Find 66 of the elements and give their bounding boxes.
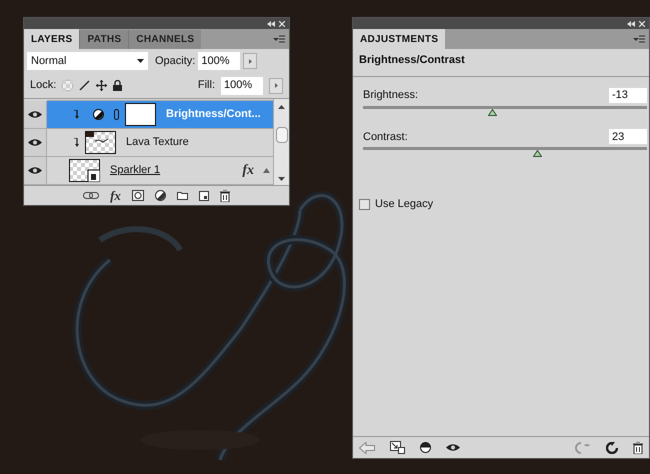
adjustment-icon: [93, 109, 104, 120]
effects-badge[interactable]: fx: [242, 160, 254, 181]
fill-label: Fill:: [198, 78, 215, 94]
layer-name: Brightness/Cont...: [166, 107, 261, 122]
trash-icon[interactable]: [220, 190, 230, 202]
checkbox-label: Use Legacy: [375, 197, 434, 212]
value-field[interactable]: -13: [609, 88, 647, 103]
layer-row[interactable]: Sparkler 1 fx: [47, 157, 273, 184]
collapse-icon[interactable]: [627, 20, 635, 26]
scroll-down-icon[interactable]: [278, 177, 285, 181]
new-layer-icon[interactable]: [198, 190, 209, 200]
move-icon[interactable]: [96, 80, 108, 91]
lock-label: Lock:: [30, 78, 56, 94]
use-legacy-checkbox[interactable]: [359, 198, 370, 210]
layer-thumbnail: [85, 131, 116, 154]
link-layers-icon[interactable]: [83, 192, 100, 199]
eye-icon[interactable]: [28, 110, 42, 119]
slider[interactable]: [363, 147, 647, 157]
adjustment-icon[interactable]: [154, 190, 166, 201]
layer-name: Lava Texture: [126, 135, 189, 150]
expand-view-icon[interactable]: [390, 441, 405, 454]
folder-icon[interactable]: [176, 191, 188, 200]
expand-arrow-icon[interactable]: [263, 168, 270, 173]
slider-label: Contrast:: [363, 130, 408, 144]
panel-tab[interactable]: CHANNELS: [128, 30, 202, 49]
clip-layer-icon[interactable]: [420, 441, 431, 454]
back-arrow-icon[interactable]: [359, 442, 375, 454]
eye-icon[interactable]: [446, 443, 460, 452]
opacity-field[interactable]: 100%: [198, 52, 240, 70]
lock-icon[interactable]: [113, 80, 122, 91]
layer-name: Sparkler 1: [110, 163, 160, 178]
opacity-label: Opacity:: [155, 54, 196, 69]
dropdown-arrow-icon: [137, 59, 144, 63]
lock-transparency-icon[interactable]: [62, 80, 74, 91]
panel-tab[interactable]: LAYERS: [24, 29, 80, 49]
adjustment-title: Brightness/Contrast: [358, 52, 466, 68]
collapse-icon[interactable]: [267, 20, 275, 26]
reset-icon[interactable]: [606, 442, 618, 454]
close-icon[interactable]: [639, 20, 645, 26]
brush-icon[interactable]: [79, 80, 90, 91]
slider[interactable]: [363, 106, 647, 116]
arrow-right-icon: [274, 83, 278, 88]
value-field[interactable]: 23: [609, 129, 647, 144]
trash-icon[interactable]: [633, 442, 643, 454]
blend-mode-dropdown[interactable]: Normal: [27, 52, 148, 70]
scroll-thumb[interactable]: [276, 127, 288, 143]
layer-row[interactable]: Lava Texture: [47, 129, 273, 156]
panel-menu-icon[interactable]: [273, 35, 285, 43]
layer-mask-thumbnail: [125, 103, 156, 126]
fill-slider-button[interactable]: [269, 78, 283, 94]
add-mask-icon[interactable]: [132, 190, 144, 201]
arrow-right-icon: [248, 58, 252, 64]
scrollbar[interactable]: [273, 99, 289, 185]
link-icon: [114, 109, 119, 120]
add-style-button[interactable]: fx: [110, 189, 121, 202]
opacity-slider-button[interactable]: [243, 53, 258, 69]
close-icon[interactable]: [279, 20, 285, 26]
eye-icon[interactable]: [28, 166, 42, 175]
scroll-up-icon[interactable]: [278, 105, 285, 109]
panel-menu-icon[interactable]: [633, 35, 645, 43]
panel-tab[interactable]: ADJUSTMENTS: [353, 29, 446, 49]
eye-icon[interactable]: [28, 138, 42, 147]
slider-label: Brightness:: [363, 88, 418, 103]
panel-tab[interactable]: PATHS: [79, 30, 128, 49]
fill-field[interactable]: 100%: [221, 76, 263, 94]
layer-thumbnail: [69, 159, 100, 182]
